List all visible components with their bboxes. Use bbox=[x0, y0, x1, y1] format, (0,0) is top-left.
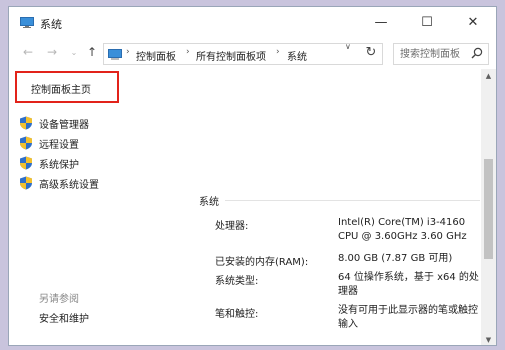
shield-icon bbox=[20, 156, 32, 170]
breadcrumb-system[interactable]: 系统 bbox=[287, 48, 307, 63]
breadcrumb-separator-icon: › bbox=[276, 47, 280, 57]
scroll-thumb[interactable] bbox=[484, 159, 493, 259]
window-title: 系统 bbox=[40, 18, 62, 31]
search-input[interactable] bbox=[400, 47, 466, 61]
maximize-button[interactable]: ☐ bbox=[404, 7, 450, 37]
security-maintenance-link[interactable]: 安全和维护 bbox=[39, 310, 89, 325]
shield-icon bbox=[20, 176, 32, 190]
address-bar[interactable]: › 控制面板 › 所有控制面板项 › 系统 bbox=[103, 43, 383, 65]
sidebar-item-label: 系统保护 bbox=[39, 159, 79, 171]
pen-touch-label: 笔和触控: bbox=[215, 309, 259, 320]
address-dropdown-icon[interactable]: ∨ bbox=[345, 42, 351, 51]
back-button[interactable]: ← bbox=[19, 43, 37, 61]
sidebar-item-label: 远程设置 bbox=[39, 139, 79, 151]
breadcrumb-control-panel[interactable]: 控制面板 bbox=[136, 48, 176, 63]
sidebar-item-remote-settings[interactable]: 远程设置 bbox=[19, 135, 79, 151]
shield-icon bbox=[20, 136, 32, 150]
system-window: 系统 — ☐ ✕ ← → ⌄ ↑ › 控制面板 › 所有控制面板项 › 系统 ∨… bbox=[8, 6, 497, 346]
pen-touch-value: 没有可用于此显示器的笔或触控输入 bbox=[338, 305, 478, 330]
sidebar-item-label: 设备管理器 bbox=[39, 119, 89, 131]
system-type-label: 系统类型: bbox=[215, 276, 259, 287]
search-box[interactable] bbox=[393, 43, 489, 65]
title-bar[interactable]: 系统 — ☐ ✕ bbox=[9, 7, 496, 37]
scroll-up-arrow-icon[interactable]: ▲ bbox=[481, 69, 496, 83]
see-also-heading: 另请参阅 bbox=[39, 294, 79, 305]
memory-value: 8.00 GB (7.87 GB 可用) bbox=[338, 253, 453, 264]
shield-icon bbox=[20, 116, 32, 130]
control-panel-home-label: 控制面板主页 bbox=[31, 85, 91, 96]
sidebar-item-system-protection[interactable]: 系统保护 bbox=[19, 155, 79, 171]
breadcrumb-separator-icon: › bbox=[186, 47, 190, 57]
control-panel-home-link[interactable]: 控制面板主页 bbox=[15, 71, 119, 103]
scroll-down-arrow-icon[interactable]: ▼ bbox=[481, 333, 496, 345]
search-icon[interactable] bbox=[471, 47, 483, 59]
memory-label: 已安装的内存(RAM): bbox=[215, 257, 309, 268]
content-area: 控制面板主页 设备管理器 远程设置 系统保护 高级系统设置 另请参阅 安全和维护… bbox=[9, 69, 483, 345]
forward-button[interactable]: → bbox=[43, 43, 61, 61]
close-button[interactable]: ✕ bbox=[450, 7, 496, 37]
system-type-value: 64 位操作系统，基于 x64 的处理器 bbox=[338, 272, 479, 297]
minimize-button[interactable]: — bbox=[358, 7, 404, 37]
processor-value: Intel(R) Core(TM) i3-4160 CPU @ 3.60GHz … bbox=[338, 217, 467, 242]
navigation-bar: ← → ⌄ ↑ › 控制面板 › 所有控制面板项 › 系统 ∨ ↻ bbox=[9, 39, 496, 67]
breadcrumb-all-items[interactable]: 所有控制面板项 bbox=[196, 48, 266, 63]
breadcrumb-separator-icon: › bbox=[126, 47, 130, 57]
computer-icon bbox=[20, 17, 34, 28]
recent-locations-button[interactable]: ⌄ bbox=[65, 43, 83, 61]
section-title: 系统 bbox=[199, 197, 219, 208]
sidebar-item-label: 高级系统设置 bbox=[39, 179, 99, 191]
processor-label: 处理器: bbox=[215, 221, 249, 232]
main-panel: 系统 处理器: Intel(R) Core(TM) i3-4160 CPU @ … bbox=[199, 69, 483, 345]
refresh-button[interactable]: ↻ bbox=[361, 43, 381, 63]
section-divider bbox=[225, 200, 480, 201]
sidebar-item-advanced-settings[interactable]: 高级系统设置 bbox=[19, 175, 99, 191]
vertical-scrollbar[interactable]: ▲ ▼ bbox=[481, 69, 496, 345]
up-button[interactable]: ↑ bbox=[83, 43, 101, 61]
sidebar-item-device-manager[interactable]: 设备管理器 bbox=[19, 115, 89, 131]
computer-icon bbox=[108, 49, 122, 60]
sidebar: 控制面板主页 设备管理器 远程设置 系统保护 高级系统设置 另请参阅 安全和维护 bbox=[9, 69, 189, 345]
